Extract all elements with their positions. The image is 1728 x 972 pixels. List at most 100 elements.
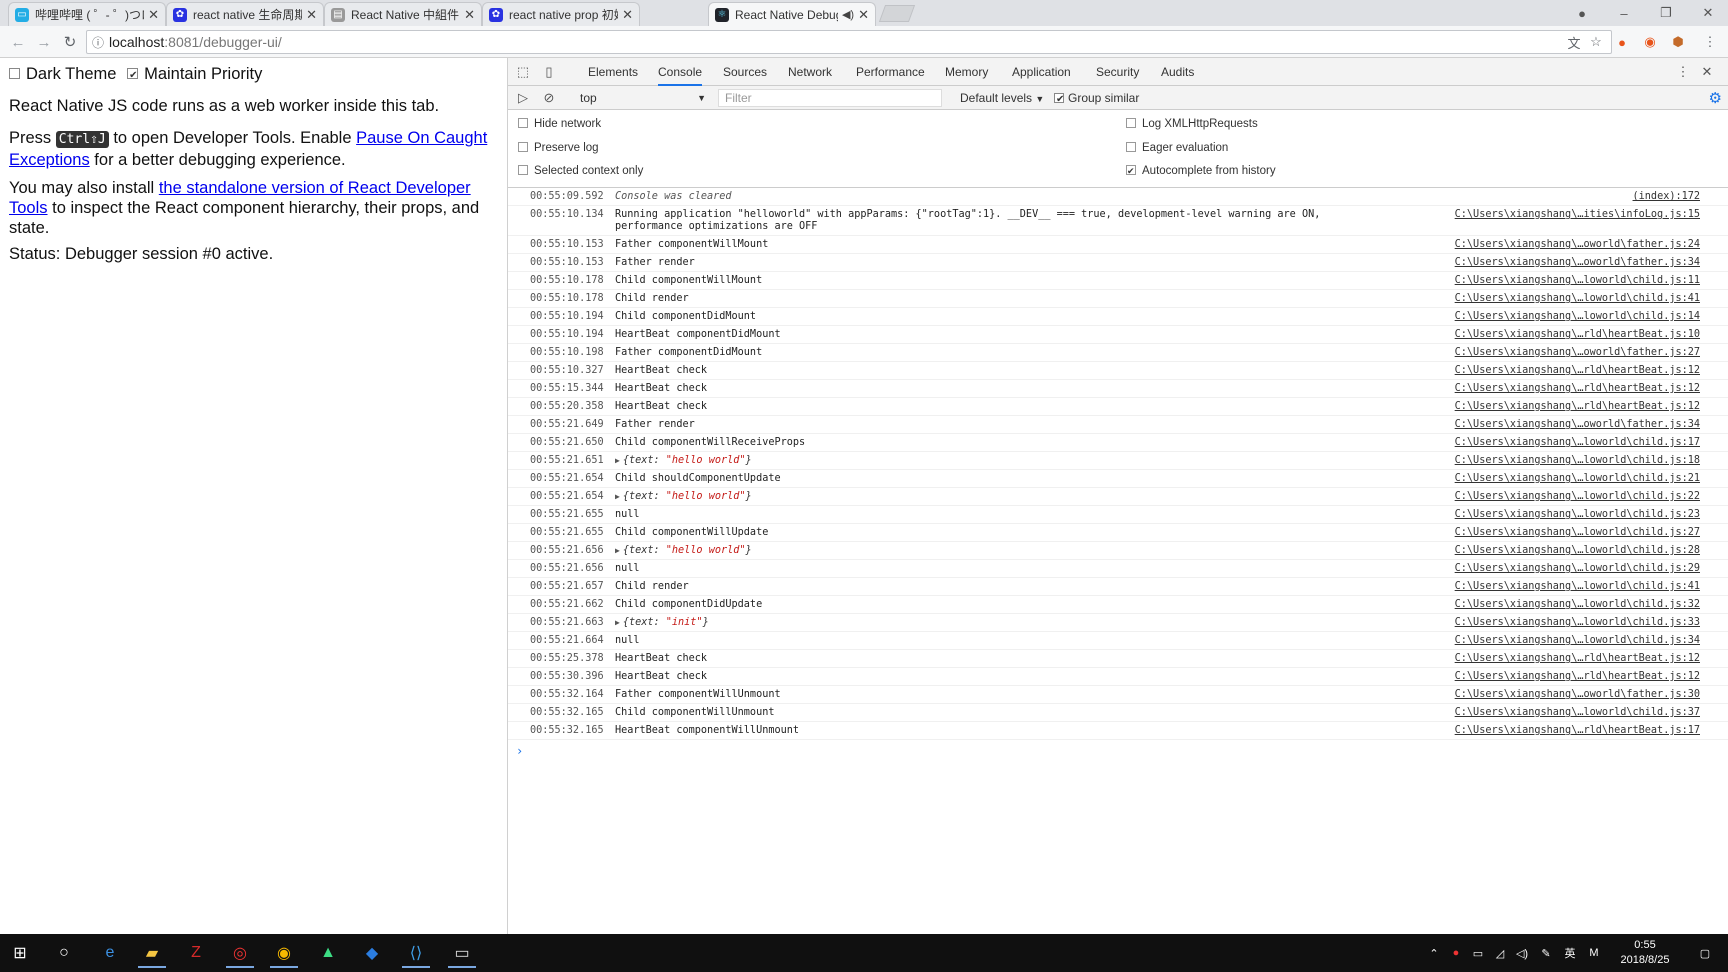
close-icon[interactable]: ✕ bbox=[464, 7, 475, 23]
console-source-link[interactable]: C:\Users\xiangshang\…loworld\child.js:22 bbox=[1455, 491, 1700, 502]
system-clock[interactable]: 0:55 2018/8/25 bbox=[1610, 938, 1680, 968]
console-text[interactable]: ▶ {text: "hello world"} bbox=[615, 545, 1335, 557]
console-source-link[interactable]: C:\Users\xiangshang\…loworld\child.js:28 bbox=[1455, 545, 1700, 556]
checkbox[interactable] bbox=[1126, 141, 1136, 152]
console-source-link[interactable]: C:\Users\xiangshang\…loworld\child.js:14 bbox=[1455, 311, 1700, 322]
preserve-log-option[interactable]: Preserve log bbox=[518, 140, 599, 156]
console-text[interactable]: ▶ {text: "hello world"} bbox=[615, 491, 1335, 503]
expand-triangle-icon[interactable]: ▶ bbox=[615, 456, 620, 465]
log-xhr-option[interactable]: Log XMLHttpRequests bbox=[1126, 116, 1258, 132]
expand-triangle-icon[interactable]: ▶ bbox=[615, 618, 620, 627]
battery-icon[interactable]: ▭ bbox=[1468, 934, 1488, 972]
console-source-link[interactable]: C:\Users\xiangshang\…loworld\child.js:23 bbox=[1455, 509, 1700, 520]
settings-gear-icon[interactable]: ⚙ bbox=[1709, 89, 1722, 107]
console-source-link[interactable]: C:\Users\xiangshang\…loworld\child.js:29 bbox=[1455, 563, 1700, 574]
close-window-button[interactable]: ✕ bbox=[1688, 0, 1728, 26]
console-source-link[interactable]: C:\Users\xiangshang\…rld\heartBeat.js:12 bbox=[1455, 671, 1700, 682]
new-tab-button[interactable] bbox=[878, 5, 916, 22]
close-icon[interactable]: ✕ bbox=[306, 7, 317, 23]
checkbox[interactable] bbox=[1126, 163, 1136, 179]
back-button[interactable]: ← bbox=[8, 32, 28, 52]
cortana-icon[interactable]: ○ bbox=[46, 938, 82, 968]
sourcetree-icon[interactable]: ◆ bbox=[354, 938, 390, 968]
netease-music-icon[interactable]: ◎ bbox=[222, 938, 258, 968]
pen-icon[interactable]: ✎ bbox=[1536, 934, 1556, 972]
ime-language[interactable]: 英 bbox=[1560, 934, 1580, 972]
tab-sources[interactable]: Sources bbox=[723, 58, 767, 86]
tab-security[interactable]: Security bbox=[1096, 58, 1139, 86]
console-source-link[interactable]: C:\Users\xiangshang\…loworld\child.js:34 bbox=[1455, 635, 1700, 646]
android-studio-icon[interactable]: ▲ bbox=[310, 938, 346, 968]
forward-button[interactable]: → bbox=[34, 32, 54, 52]
console-source-link[interactable]: C:\Users\xiangshang\…loworld\child.js:27 bbox=[1455, 527, 1700, 538]
extension-icon[interactable]: ◉ bbox=[1640, 32, 1660, 52]
browser-tab-0[interactable]: ▭ 哔哩哔哩 ( ゜- ゜)つロ 干杯 ✕ bbox=[8, 2, 166, 26]
checkbox[interactable] bbox=[1126, 117, 1136, 128]
checkbox[interactable] bbox=[518, 117, 528, 128]
console-source-link[interactable]: C:\Users\xiangshang\…loworld\child.js:41 bbox=[1455, 293, 1700, 304]
extension-icon[interactable]: ● bbox=[1612, 32, 1632, 52]
selected-context-option[interactable]: Selected context only bbox=[518, 163, 643, 179]
file-explorer-icon[interactable]: ▰ bbox=[134, 938, 170, 968]
filezilla-icon[interactable]: Z bbox=[178, 938, 214, 968]
console-text[interactable]: ▶ {text: "init"} bbox=[615, 617, 1335, 629]
close-icon[interactable]: ✕ bbox=[858, 7, 869, 23]
expand-triangle-icon[interactable]: ▶ bbox=[615, 546, 620, 555]
console-source-link[interactable]: C:\Users\xiangshang\…loworld\child.js:37 bbox=[1455, 707, 1700, 718]
volume-icon[interactable]: ◁) bbox=[1512, 934, 1532, 972]
group-similar-checkbox[interactable] bbox=[1054, 91, 1064, 109]
tab-console[interactable]: Console bbox=[658, 58, 703, 86]
close-icon[interactable]: ✕ bbox=[622, 7, 633, 23]
console-source-link[interactable]: C:\Users\xiangshang\…ities\infoLog.js:15 bbox=[1455, 209, 1700, 220]
reload-button[interactable]: ↻ bbox=[60, 32, 80, 52]
console-source-link[interactable]: (index):172 bbox=[1633, 191, 1700, 202]
autocomplete-option[interactable]: Autocomplete from history bbox=[1126, 163, 1276, 179]
restore-button[interactable]: ❐ bbox=[1646, 0, 1686, 26]
hide-network-option[interactable]: Hide network bbox=[518, 116, 601, 132]
checkbox[interactable] bbox=[518, 164, 528, 175]
tab-network[interactable]: Network bbox=[788, 58, 832, 86]
netease-tray-icon[interactable]: ● bbox=[1446, 934, 1466, 972]
console-source-link[interactable]: C:\Users\xiangshang\…loworld\child.js:32 bbox=[1455, 599, 1700, 610]
console-source-link[interactable]: C:\Users\xiangshang\…oworld\father.js:34 bbox=[1455, 419, 1700, 430]
console-source-link[interactable]: C:\Users\xiangshang\…rld\heartBeat.js:12 bbox=[1455, 383, 1700, 394]
console-source-link[interactable]: C:\Users\xiangshang\…loworld\child.js:41 bbox=[1455, 581, 1700, 592]
info-icon[interactable]: ⓘ bbox=[87, 34, 109, 51]
tab-performance[interactable]: Performance bbox=[856, 58, 925, 86]
device-toolbar-icon[interactable]: ▯ bbox=[540, 63, 558, 81]
console-source-link[interactable]: C:\Users\xiangshang\…loworld\child.js:33 bbox=[1455, 617, 1700, 628]
console-source-link[interactable]: C:\Users\xiangshang\…loworld\child.js:11 bbox=[1455, 275, 1700, 286]
inspect-element-icon[interactable]: ⬚ bbox=[514, 63, 532, 81]
bookmark-star-icon[interactable]: ☆ bbox=[1586, 32, 1606, 52]
console-source-link[interactable]: C:\Users\xiangshang\…rld\heartBeat.js:12 bbox=[1455, 365, 1700, 376]
browser-tab-3[interactable]: ✿ react native prop 初始值 ✕ bbox=[482, 2, 640, 26]
profile-icon[interactable]: ● bbox=[1562, 0, 1602, 26]
close-icon[interactable]: ✕ bbox=[148, 7, 159, 23]
console-text[interactable]: ▶ {text: "hello world"} bbox=[615, 455, 1335, 467]
network-icon[interactable]: ◿ bbox=[1490, 934, 1510, 972]
browser-tab-4[interactable]: ⚛ React Native Debug ◀) ✕ bbox=[708, 2, 876, 26]
console-source-link[interactable]: C:\Users\xiangshang\…rld\heartBeat.js:12 bbox=[1455, 401, 1700, 412]
edge-icon[interactable]: e bbox=[92, 938, 128, 968]
terminal-icon[interactable]: ▭ bbox=[444, 938, 480, 968]
extension-icon[interactable]: ⬢ bbox=[1668, 32, 1688, 52]
chrome-icon[interactable]: ◉ bbox=[266, 938, 302, 968]
tray-overflow-icon[interactable]: ⌃ bbox=[1424, 934, 1444, 972]
start-icon[interactable]: ⊞ bbox=[2, 938, 38, 968]
console-source-link[interactable]: C:\Users\xiangshang\…oworld\father.js:30 bbox=[1455, 689, 1700, 700]
console-source-link[interactable]: C:\Users\xiangshang\…rld\heartBeat.js:12 bbox=[1455, 653, 1700, 664]
expand-triangle-icon[interactable]: ▶ bbox=[615, 492, 620, 501]
minimize-button[interactable]: – bbox=[1604, 0, 1644, 26]
group-similar-option[interactable]: Group similar bbox=[1054, 89, 1139, 109]
menu-icon[interactable]: ⋮ bbox=[1700, 32, 1720, 52]
eager-evaluation-option[interactable]: Eager evaluation bbox=[1126, 140, 1228, 156]
browser-tab-2[interactable]: ▤ React Native 中組件的生命 ✕ bbox=[324, 2, 482, 26]
notification-icon[interactable]: ▢ bbox=[1690, 934, 1720, 972]
vscode-icon[interactable]: ⟨⟩ bbox=[398, 938, 434, 968]
translate-icon[interactable]: 文 bbox=[1564, 32, 1584, 52]
tab-audits[interactable]: Audits bbox=[1161, 58, 1194, 86]
console-source-link[interactable]: C:\Users\xiangshang\…loworld\child.js:18 bbox=[1455, 455, 1700, 466]
tab-application[interactable]: Application bbox=[1012, 58, 1071, 86]
console-source-link[interactable]: C:\Users\xiangshang\…oworld\father.js:34 bbox=[1455, 257, 1700, 268]
context-selector[interactable]: top ▼ bbox=[578, 89, 708, 107]
